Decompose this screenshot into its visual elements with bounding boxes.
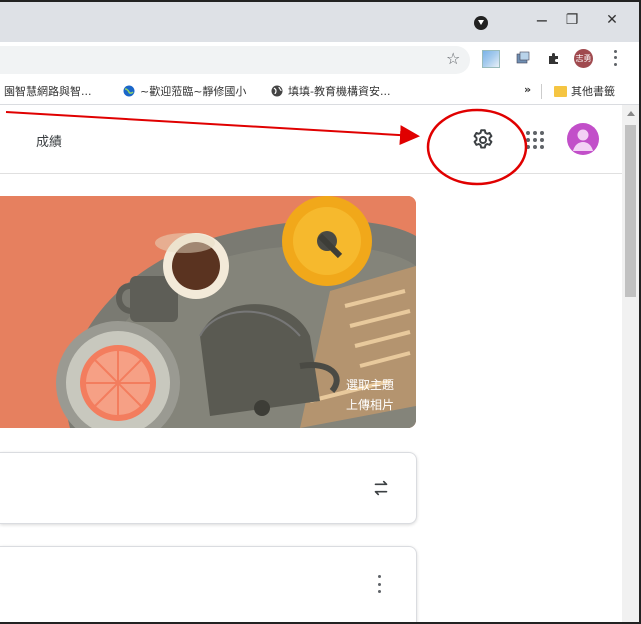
upload-photo-link[interactable]: 上傳相片 xyxy=(346,396,394,413)
class-banner: 選取主題 上傳相片 xyxy=(0,196,416,428)
bookmark-item[interactable]: 填填-教育機構資安... xyxy=(270,83,390,99)
globe-icon xyxy=(123,85,135,97)
bookmarks-separator xyxy=(541,84,542,99)
post-card[interactable] xyxy=(0,546,417,622)
coffee-illustration xyxy=(0,196,416,428)
browser-window: − ❐ ✕ ☆ 志勇 園智慧網路與智... ~歡迎蒞臨~靜修國小 填填-教育機構… xyxy=(0,0,641,624)
folder-icon xyxy=(554,85,567,97)
browser-menu-icon[interactable] xyxy=(610,48,620,68)
minimize-button[interactable]: − xyxy=(528,8,556,32)
bookmark-label: 填填-教育機構資安... xyxy=(288,85,391,98)
bookmark-item[interactable]: ~歡迎蒞臨~靜修國小 xyxy=(122,83,246,99)
bookmark-item[interactable]: 園智慧網路與智... xyxy=(4,83,92,99)
classroom-header: 成績 xyxy=(0,105,622,174)
profile-avatar[interactable]: 志勇 xyxy=(574,49,593,68)
scroll-up-icon[interactable] xyxy=(627,111,635,116)
select-theme-link[interactable]: 選取主題 xyxy=(346,376,394,393)
bookmarks-overflow-button[interactable]: » xyxy=(524,83,531,96)
puzzle-extensions-icon[interactable] xyxy=(546,50,562,66)
apps-grid-icon[interactable] xyxy=(526,131,544,149)
address-bar[interactable] xyxy=(0,46,470,74)
more-vert-icon[interactable] xyxy=(376,575,382,593)
browser-toolbar: ☆ xyxy=(0,42,639,78)
title-bar: − ❐ ✕ xyxy=(0,2,639,42)
extension-cards-icon[interactable] xyxy=(515,50,531,66)
bookmark-label: ~歡迎蒞臨~靜修國小 xyxy=(140,85,247,98)
other-bookmarks-label: 其他書籤 xyxy=(571,85,615,98)
person-icon xyxy=(573,129,593,151)
profile-indicator-icon[interactable] xyxy=(474,16,488,30)
other-bookmarks-button[interactable]: 其他書籤 xyxy=(554,83,615,99)
announcement-card[interactable] xyxy=(0,452,417,524)
world-icon xyxy=(271,85,283,97)
account-avatar[interactable] xyxy=(567,123,599,155)
bookmark-label: 園智慧網路與智... xyxy=(4,85,92,98)
extension-image-icon[interactable] xyxy=(482,50,500,68)
page-scrollbar[interactable] xyxy=(622,105,639,622)
close-button[interactable]: ✕ xyxy=(598,8,626,32)
restore-button[interactable]: ❐ xyxy=(558,8,586,32)
scroll-thumb[interactable] xyxy=(625,125,636,297)
gear-icon[interactable] xyxy=(470,127,496,153)
star-icon[interactable]: ☆ xyxy=(446,49,460,68)
bookmarks-bar: 園智慧網路與智... ~歡迎蒞臨~靜修國小 填填-教育機構資安... » 其他書… xyxy=(0,78,639,105)
tab-grades[interactable]: 成績 xyxy=(36,131,62,150)
swap-icon[interactable] xyxy=(370,477,392,499)
